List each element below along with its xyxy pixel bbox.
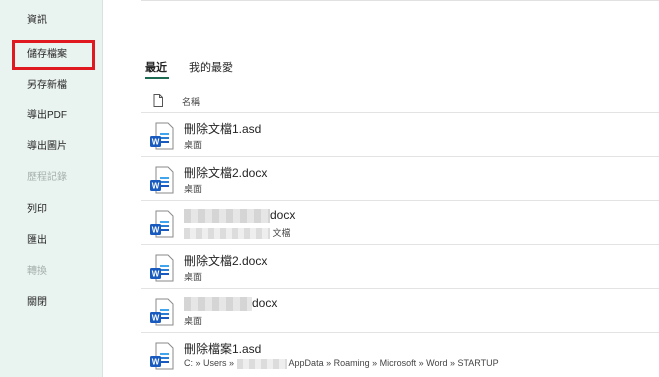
column-header-name[interactable]: 名稱 [182,95,200,108]
file-row[interactable]: W 刪除檔案1.asd C: » Users » AppData » Roami… [141,332,659,376]
sidebar-item-transform: 轉換 [27,266,47,277]
file-name-suffix: docx [252,296,278,310]
file-name-suffix: docx [270,208,296,222]
tab-recent[interactable]: 最近 [145,59,167,75]
svg-text:W: W [152,138,160,147]
file-row[interactable]: W 刪除文檔2.docx 桌面 [141,244,659,288]
file-path: 桌面 [184,140,203,150]
file-outline-icon [153,94,163,107]
file-name: 刪除文檔2.docx [184,254,268,268]
word-document-icon: W [150,298,174,326]
file-path: 桌面 [184,184,203,194]
word-document-icon: W [150,342,174,370]
redacted-text [184,208,270,223]
sidebar-item-close[interactable]: 關閉 [0,291,103,315]
divider [141,0,659,1]
sidebar-item-export[interactable]: 匯出 [0,229,103,253]
file-path: 文檔 [184,226,291,240]
sidebar-item-export-pdf[interactable]: 導出PDF [0,104,103,128]
word-document-icon: W [150,210,174,238]
file-row[interactable]: W docx 桌面 [141,288,659,332]
file-path-prefix: C: » Users » [184,358,235,368]
file-path: 桌面 [184,272,203,282]
svg-text:W: W [152,358,160,367]
sidebar-item-export-image[interactable]: 導出圖片 [0,135,103,159]
sidebar-item-print[interactable]: 列印 [0,198,103,222]
tab-active-indicator [145,77,169,79]
word-document-icon: W [150,166,174,194]
sidebar-item-save-as[interactable]: 另存新檔 [0,74,103,98]
sidebar-item-info[interactable]: 資訊 [0,9,103,33]
file-row[interactable]: W docx 文檔 [141,200,659,244]
file-name: docx [184,208,295,223]
recent-files-panel: 最近 我的最愛 名稱 W 刪除文檔1.asd 桌面 W 刪除文檔2.docx 桌… [104,0,659,377]
file-name: docx [184,296,277,311]
file-row[interactable]: W 刪除文檔2.docx 桌面 [141,156,659,200]
svg-text:W: W [152,314,160,323]
svg-text:W: W [152,226,160,235]
file-path: 桌面 [184,316,203,326]
file-row[interactable]: W 刪除文檔1.asd 桌面 [141,112,659,156]
file-name: 刪除文檔1.asd [184,122,262,136]
redacted-text [236,358,287,369]
backstage-sidebar: 資訊 儲存檔案 另存新檔 導出PDF 導出圖片 歷程記錄 列印 匯出 轉換 關閉 [0,0,103,377]
sidebar-item-history: 歷程記錄 [27,172,67,183]
file-path: C: » Users » AppData » Roaming » Microso… [184,358,499,369]
redacted-text [184,296,252,311]
file-path-suffix: 文檔 [272,228,291,238]
list-header: 名稱 [141,88,659,112]
file-name: 刪除文檔2.docx [184,166,268,180]
svg-text:W: W [152,270,160,279]
file-path-suffix: AppData » Roaming » Microsoft » Word » S… [288,358,499,368]
file-name: 刪除檔案1.asd [184,342,262,356]
word-document-icon: W [150,122,174,150]
word-document-icon: W [150,254,174,282]
tab-favorites[interactable]: 我的最愛 [189,59,233,75]
svg-text:W: W [152,182,160,191]
redacted-text [184,228,270,240]
sidebar-item-save[interactable]: 儲存檔案 [0,43,103,67]
